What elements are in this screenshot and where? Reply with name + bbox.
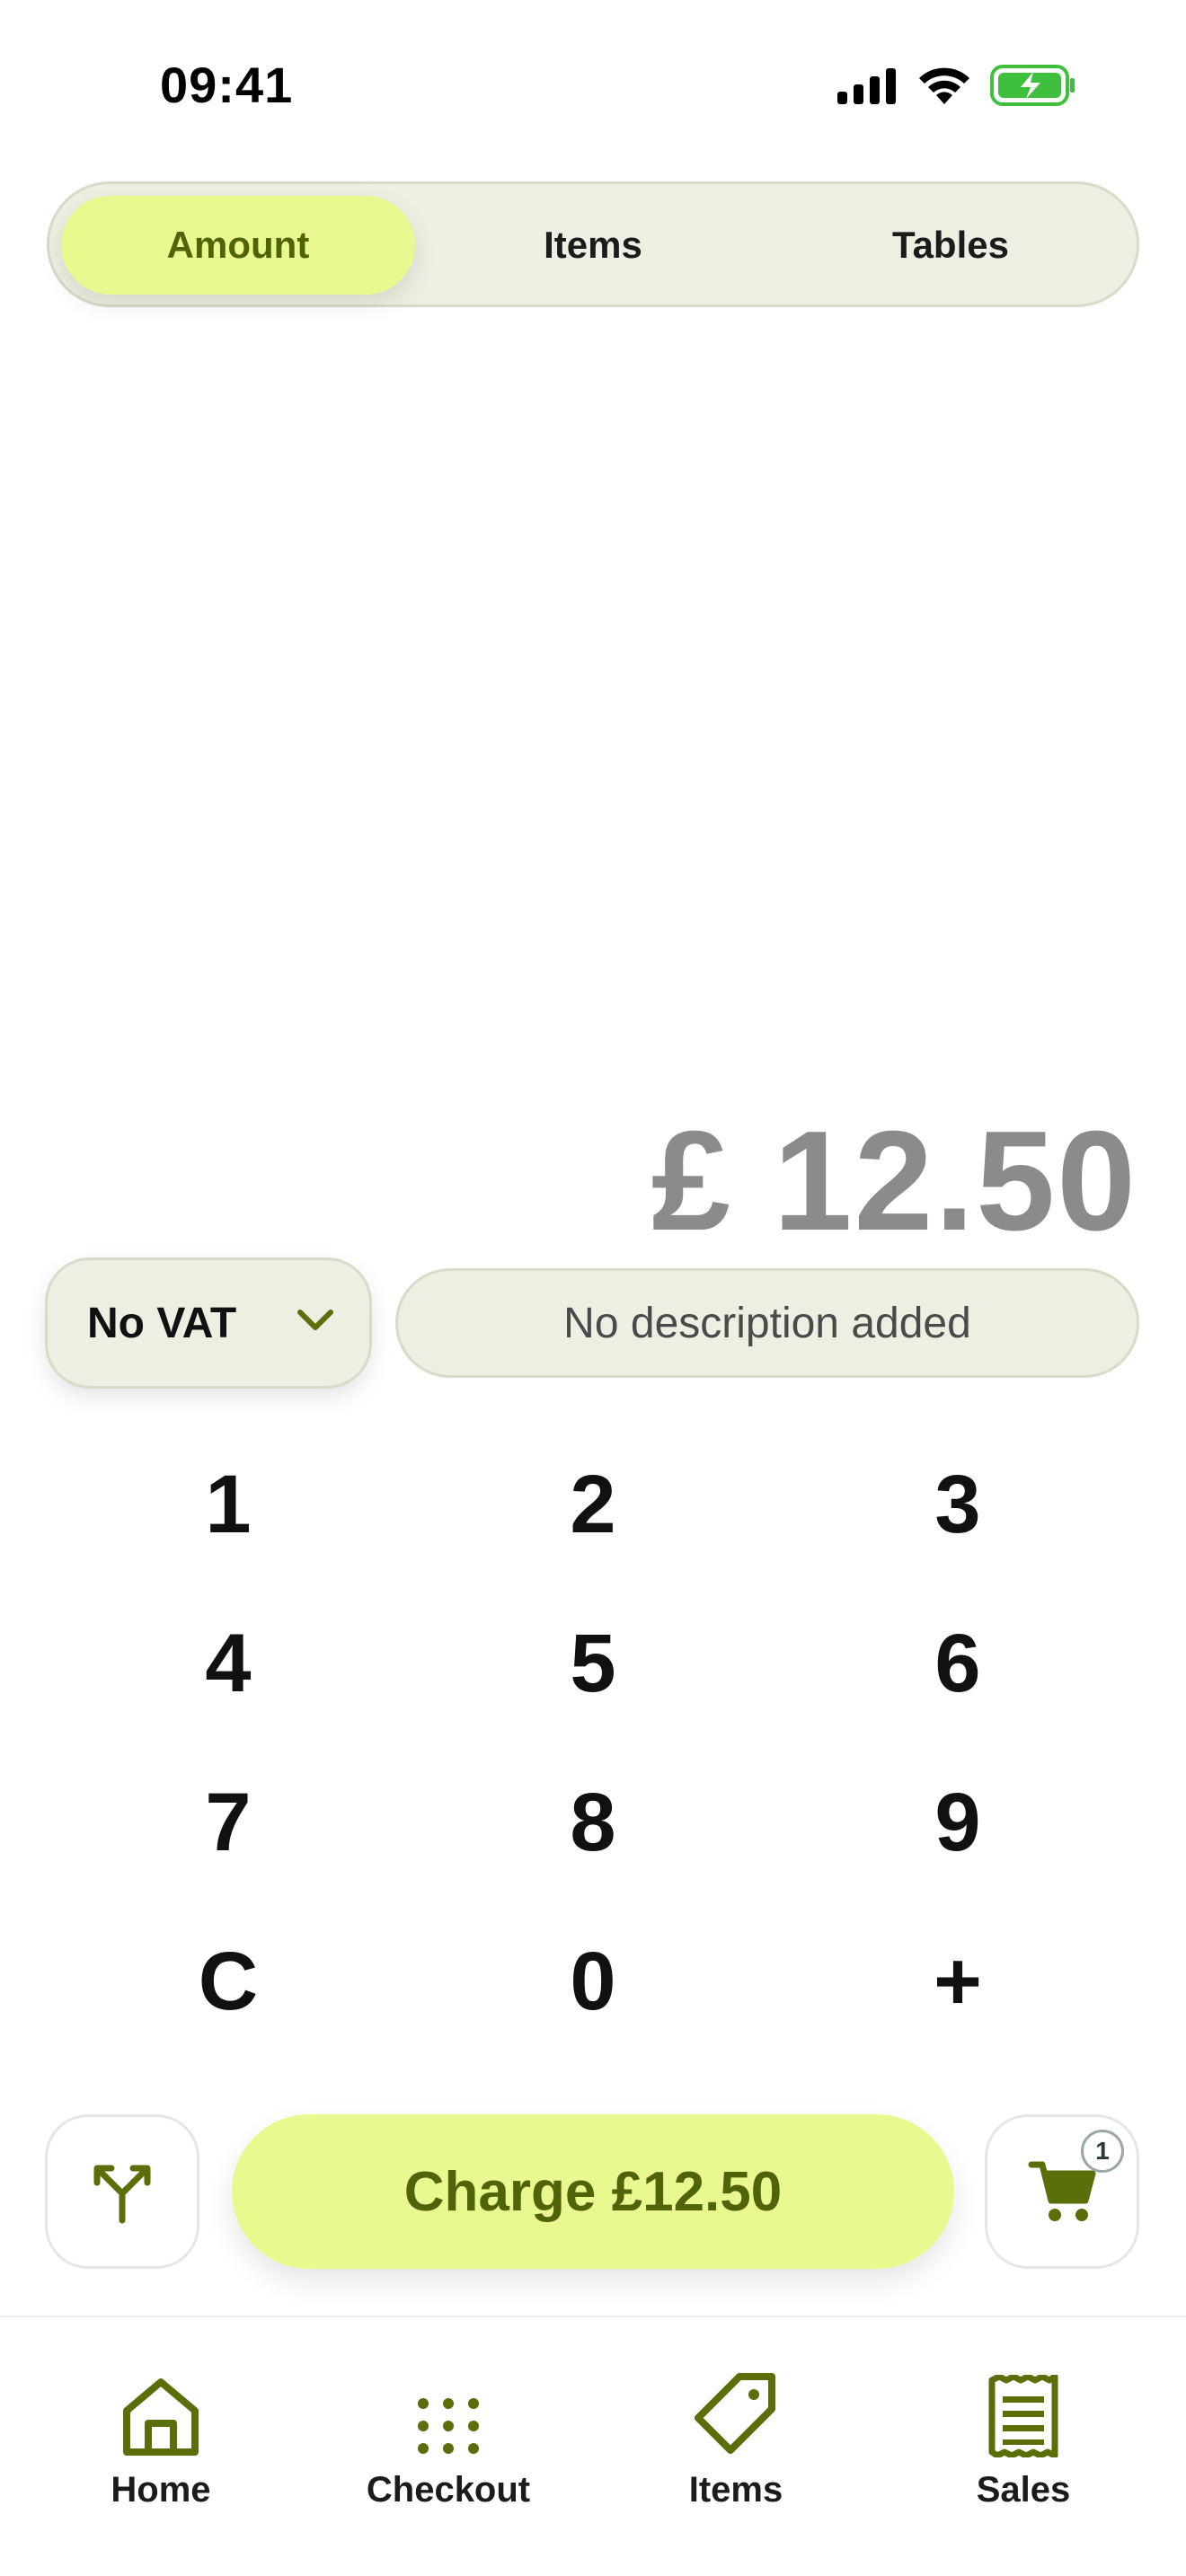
key-4[interactable]: 4 <box>111 1596 345 1731</box>
tab-sales[interactable]: Sales <box>916 2368 1131 2510</box>
wifi-icon <box>919 67 969 104</box>
bottom-tab-bar: Home Checkout Items Sales <box>0 2316 1186 2576</box>
key-5[interactable]: 5 <box>476 1596 710 1731</box>
receipt-icon <box>988 2375 1058 2457</box>
key-7[interactable]: 7 <box>111 1755 345 1890</box>
tab-items[interactable]: Items <box>628 2368 844 2510</box>
cart-button[interactable]: 1 <box>985 2114 1139 2269</box>
key-8[interactable]: 8 <box>476 1755 710 1890</box>
split-button[interactable] <box>45 2114 199 2269</box>
segment-tables[interactable]: Tables <box>774 196 1128 295</box>
status-time: 09:41 <box>160 57 294 113</box>
tab-home-label: Home <box>111 2470 211 2510</box>
key-9[interactable]: 9 <box>841 1755 1075 1890</box>
description-field[interactable]: No description added <box>395 1268 1139 1378</box>
key-3[interactable]: 3 <box>841 1437 1075 1572</box>
key-clear[interactable]: C <box>111 1914 345 2049</box>
tag-icon <box>695 2373 775 2454</box>
battery-charging-icon <box>990 65 1075 106</box>
key-plus[interactable]: + <box>841 1914 1075 2049</box>
status-bar: 09:41 <box>0 0 1186 171</box>
amount-display: £ 12.50 <box>651 1102 1137 1260</box>
split-icon <box>93 2165 151 2224</box>
tab-home[interactable]: Home <box>53 2368 269 2510</box>
vat-label: No VAT <box>87 1299 237 1347</box>
vat-dropdown[interactable]: No VAT <box>45 1257 372 1389</box>
home-icon <box>123 2378 199 2456</box>
tab-items-label: Items <box>688 2470 783 2510</box>
status-icons <box>837 65 1076 106</box>
charge-button[interactable]: Charge £12.50 <box>232 2114 954 2269</box>
key-6[interactable]: 6 <box>841 1596 1075 1731</box>
keypad-dots-icon <box>418 2398 479 2454</box>
tab-checkout-label: Checkout <box>366 2470 531 2510</box>
key-1[interactable]: 1 <box>111 1437 345 1572</box>
tab-sales-label: Sales <box>976 2470 1071 2510</box>
cart-count-badge: 1 <box>1081 2130 1124 2173</box>
tab-checkout[interactable]: Checkout <box>341 2368 556 2510</box>
segment-items[interactable]: Items <box>416 196 770 295</box>
mode-segmented-control: Amount Items Tables <box>47 181 1139 307</box>
segment-amount[interactable]: Amount <box>61 196 415 295</box>
chevron-down-icon <box>297 1310 333 1330</box>
cellular-signal-icon <box>837 68 896 104</box>
key-0[interactable]: 0 <box>476 1914 710 2049</box>
key-2[interactable]: 2 <box>476 1437 710 1572</box>
